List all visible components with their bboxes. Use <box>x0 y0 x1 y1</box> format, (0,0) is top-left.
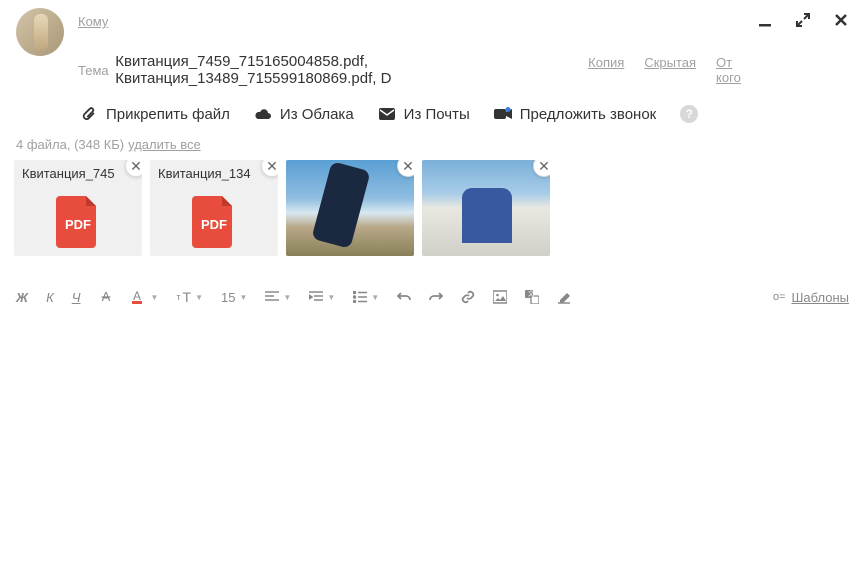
svg-text:PDF: PDF <box>201 217 227 232</box>
help-icon[interactable]: ? <box>680 105 698 123</box>
maximize-icon[interactable] <box>795 12 811 28</box>
from-cloud-label: Из Облака <box>280 106 354 123</box>
suggest-call-button[interactable]: Предложить звонок <box>494 105 656 123</box>
templates-button[interactable]: o= Шаблоны <box>773 290 849 305</box>
pdf-icon: PDF <box>14 187 142 256</box>
attachment-item[interactable]: Квитанция_745 PDF ✕ <box>14 160 142 256</box>
list-button[interactable]: ▼ <box>353 291 379 303</box>
translate-button[interactable]: 文 <box>525 290 539 304</box>
templates-label: Шаблоны <box>792 290 850 305</box>
underline-button[interactable]: Ч <box>72 290 81 305</box>
attachment-item[interactable]: ✕ <box>422 160 550 256</box>
delete-all-link[interactable]: удалить все <box>128 137 201 152</box>
redo-button[interactable] <box>429 290 443 304</box>
cloud-icon <box>254 105 272 123</box>
from-cloud-button[interactable]: Из Облака <box>254 105 354 123</box>
to-link[interactable]: Кому <box>78 14 108 29</box>
pdf-icon: PDF <box>150 187 278 256</box>
bcc-link[interactable]: Скрытая <box>644 55 696 85</box>
from-link[interactable]: От кого <box>716 55 741 85</box>
link-button[interactable] <box>461 290 475 304</box>
clear-format-button[interactable] <box>557 290 571 304</box>
attachment-filename: Квитанция_134 <box>150 160 278 187</box>
bold-button[interactable]: Ж <box>16 290 28 305</box>
image-button[interactable] <box>493 290 507 304</box>
attach-file-button[interactable]: Прикрепить файл <box>80 105 230 123</box>
attachment-filename: Квитанция_745 <box>14 160 142 187</box>
align-button[interactable]: ▼ <box>265 291 291 303</box>
minimize-icon[interactable] <box>757 12 773 28</box>
subject-label: Тема <box>78 63 115 78</box>
strikethrough-button[interactable]: A <box>99 290 113 304</box>
paperclip-icon <box>80 105 98 123</box>
svg-text:A: A <box>101 290 110 304</box>
undo-button[interactable] <box>397 290 411 304</box>
svg-text:A: A <box>132 289 140 303</box>
indent-button[interactable]: ▼ <box>309 291 335 303</box>
suggest-call-label: Предложить звонок <box>520 106 656 123</box>
attachment-item[interactable]: Квитанция_134 PDF ✕ <box>150 160 278 256</box>
attachment-item[interactable]: ✕ <box>286 160 414 256</box>
mail-icon <box>378 105 396 123</box>
files-count: 4 файла, (348 КБ) <box>16 137 124 152</box>
remove-attachment-button[interactable]: ✕ <box>397 160 414 177</box>
copy-link[interactable]: Копия <box>588 55 624 85</box>
video-icon <box>494 105 512 123</box>
attach-file-label: Прикрепить файл <box>106 106 230 123</box>
font-size-large-button[interactable]: тТ▼ <box>176 289 203 305</box>
close-icon[interactable] <box>833 12 849 28</box>
avatar[interactable] <box>16 8 64 56</box>
font-size-select[interactable]: 15▼ <box>221 290 247 305</box>
italic-button[interactable]: К <box>46 290 54 305</box>
remove-attachment-button[interactable]: ✕ <box>533 160 550 177</box>
text-color-button[interactable]: A ▼ <box>131 289 159 305</box>
templates-icon: o= <box>773 291 786 303</box>
from-mail-label: Из Почты <box>404 106 470 123</box>
svg-text:PDF: PDF <box>65 217 91 232</box>
subject-input[interactable]: Квитанция_7459_715165004858.pdf, Квитанц… <box>115 51 588 89</box>
svg-text:文: 文 <box>528 290 534 298</box>
from-mail-button[interactable]: Из Почты <box>378 105 470 123</box>
